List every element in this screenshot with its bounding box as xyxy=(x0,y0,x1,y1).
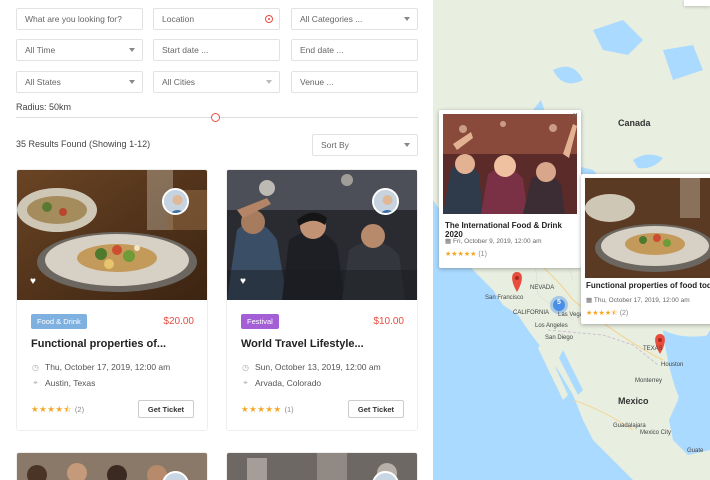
clock-icon: ◷ xyxy=(32,362,39,372)
heart-icon[interactable]: ♥ xyxy=(30,276,36,287)
get-ticket-button[interactable]: Get Ticket xyxy=(348,400,404,418)
location-input[interactable]: Location xyxy=(153,8,280,30)
chevron-down-icon xyxy=(404,17,410,21)
map-popup[interactable]: × The International Food & Drink 2020 ▦ … xyxy=(439,110,581,268)
event-date: ◷ Thu, October 17, 2019, 12:00 am xyxy=(32,362,171,372)
map-label-nevada: NEVADA xyxy=(530,285,555,291)
map-pin-icon: ⌖ xyxy=(33,378,38,387)
venue-input[interactable]: Venue ... xyxy=(291,71,418,93)
map-label-california: CALIFORNIA xyxy=(513,310,550,316)
calendar-icon: ▦ xyxy=(445,238,452,245)
price: $10.00 xyxy=(373,316,404,327)
chevron-down-icon xyxy=(129,80,135,84)
chevron-down-icon xyxy=(404,143,410,147)
event-card[interactable] xyxy=(226,452,418,480)
rating-stars: ★★★★⯪ (2) xyxy=(31,404,85,414)
category-select[interactable]: All Categories ... xyxy=(291,8,418,30)
map-label-mexico: Mexico xyxy=(618,396,649,406)
event-card[interactable] xyxy=(16,452,208,480)
category-tag[interactable]: Festival xyxy=(241,314,279,329)
map-label-guate: Guate xyxy=(687,448,704,454)
event-title[interactable]: World Travel Lifestyle... xyxy=(241,338,364,350)
start-date-input[interactable]: Start date ... xyxy=(153,39,280,61)
map-label-guadalajara: Guadalajara xyxy=(613,423,646,429)
map-label-mexico-city: Mexico City xyxy=(640,430,672,436)
chevron-down-icon xyxy=(129,48,135,52)
map-popup[interactable]: Functional properties of food tod ▦ Thu,… xyxy=(581,174,710,324)
radius-slider-handle[interactable] xyxy=(211,113,220,122)
cluster-count: 5 xyxy=(557,299,561,306)
locate-icon[interactable] xyxy=(265,15,273,23)
map-label-los-angeles: Los Angeles xyxy=(535,323,568,329)
state-select[interactable]: All States xyxy=(16,71,143,93)
organizer-avatar[interactable] xyxy=(162,188,189,215)
city-select[interactable]: All Cities xyxy=(153,71,280,93)
map-label-monterrey: Monterrey xyxy=(635,378,663,384)
map-label-san-diego: San Diego xyxy=(545,335,574,341)
end-date-input[interactable]: End date ... xyxy=(291,39,418,61)
popup-image[interactable] xyxy=(443,114,581,214)
results-count: 35 Results Found (Showing 1-12) xyxy=(16,139,151,149)
map-label-san-francisco: San Francisco xyxy=(485,295,524,301)
event-card[interactable]: ♥ Festival $10.00 World Travel Lifestyle… xyxy=(226,169,418,431)
price: $20.00 xyxy=(163,316,194,327)
popup-image[interactable] xyxy=(585,178,710,278)
event-card[interactable]: ♥ Food & Drink $20.00 Functional propert… xyxy=(16,169,208,431)
rating-stars: ★★★★★ (1) xyxy=(241,404,294,414)
search-input[interactable]: What are you looking for? xyxy=(16,8,143,30)
close-icon[interactable]: × xyxy=(573,110,578,120)
map-pin-icon: ⌖ xyxy=(243,378,248,387)
event-location: ⌖ Austin, Texas xyxy=(31,378,95,388)
get-ticket-button[interactable]: Get Ticket xyxy=(138,400,194,418)
sort-select[interactable]: Sort By xyxy=(312,134,418,156)
radius-label: Radius: 50km xyxy=(16,102,72,112)
time-select[interactable]: All Time xyxy=(16,39,143,61)
popup-rating: ★★★★★ (1) xyxy=(445,251,487,258)
popup-title[interactable]: Functional properties of food tod xyxy=(586,281,710,290)
map-control[interactable] xyxy=(684,0,710,6)
calendar-icon: ▦ xyxy=(586,297,593,304)
search-panel: What are you looking for? Location All C… xyxy=(0,0,433,480)
clock-icon: ◷ xyxy=(242,362,249,372)
map-label-houston: Houston xyxy=(661,362,684,368)
popup-date: ▦ Fri, October 9, 2019, 12:00 am xyxy=(445,238,542,245)
heart-icon[interactable]: ♥ xyxy=(240,276,246,287)
organizer-avatar[interactable] xyxy=(372,188,399,215)
popup-date: ▦ Thu, October 17, 2019, 12:00 am xyxy=(586,297,690,304)
popup-rating: ★★★★⯪ (2) xyxy=(586,310,629,317)
event-location: ⌖ Arvada, Colorado xyxy=(241,378,321,388)
event-date: ◷ Sun, October 13, 2019, 12:00 am xyxy=(242,362,381,372)
category-tag[interactable]: Food & Drink xyxy=(31,314,87,329)
events-map[interactable]: 5 Canada NEVADA San Francisco CALIFORNIA… xyxy=(433,0,710,480)
event-title[interactable]: Functional properties of... xyxy=(31,338,166,350)
map-label-canada: Canada xyxy=(618,118,651,128)
map-label-texas: TEXAS xyxy=(643,346,663,352)
chevron-down-icon xyxy=(266,80,272,84)
